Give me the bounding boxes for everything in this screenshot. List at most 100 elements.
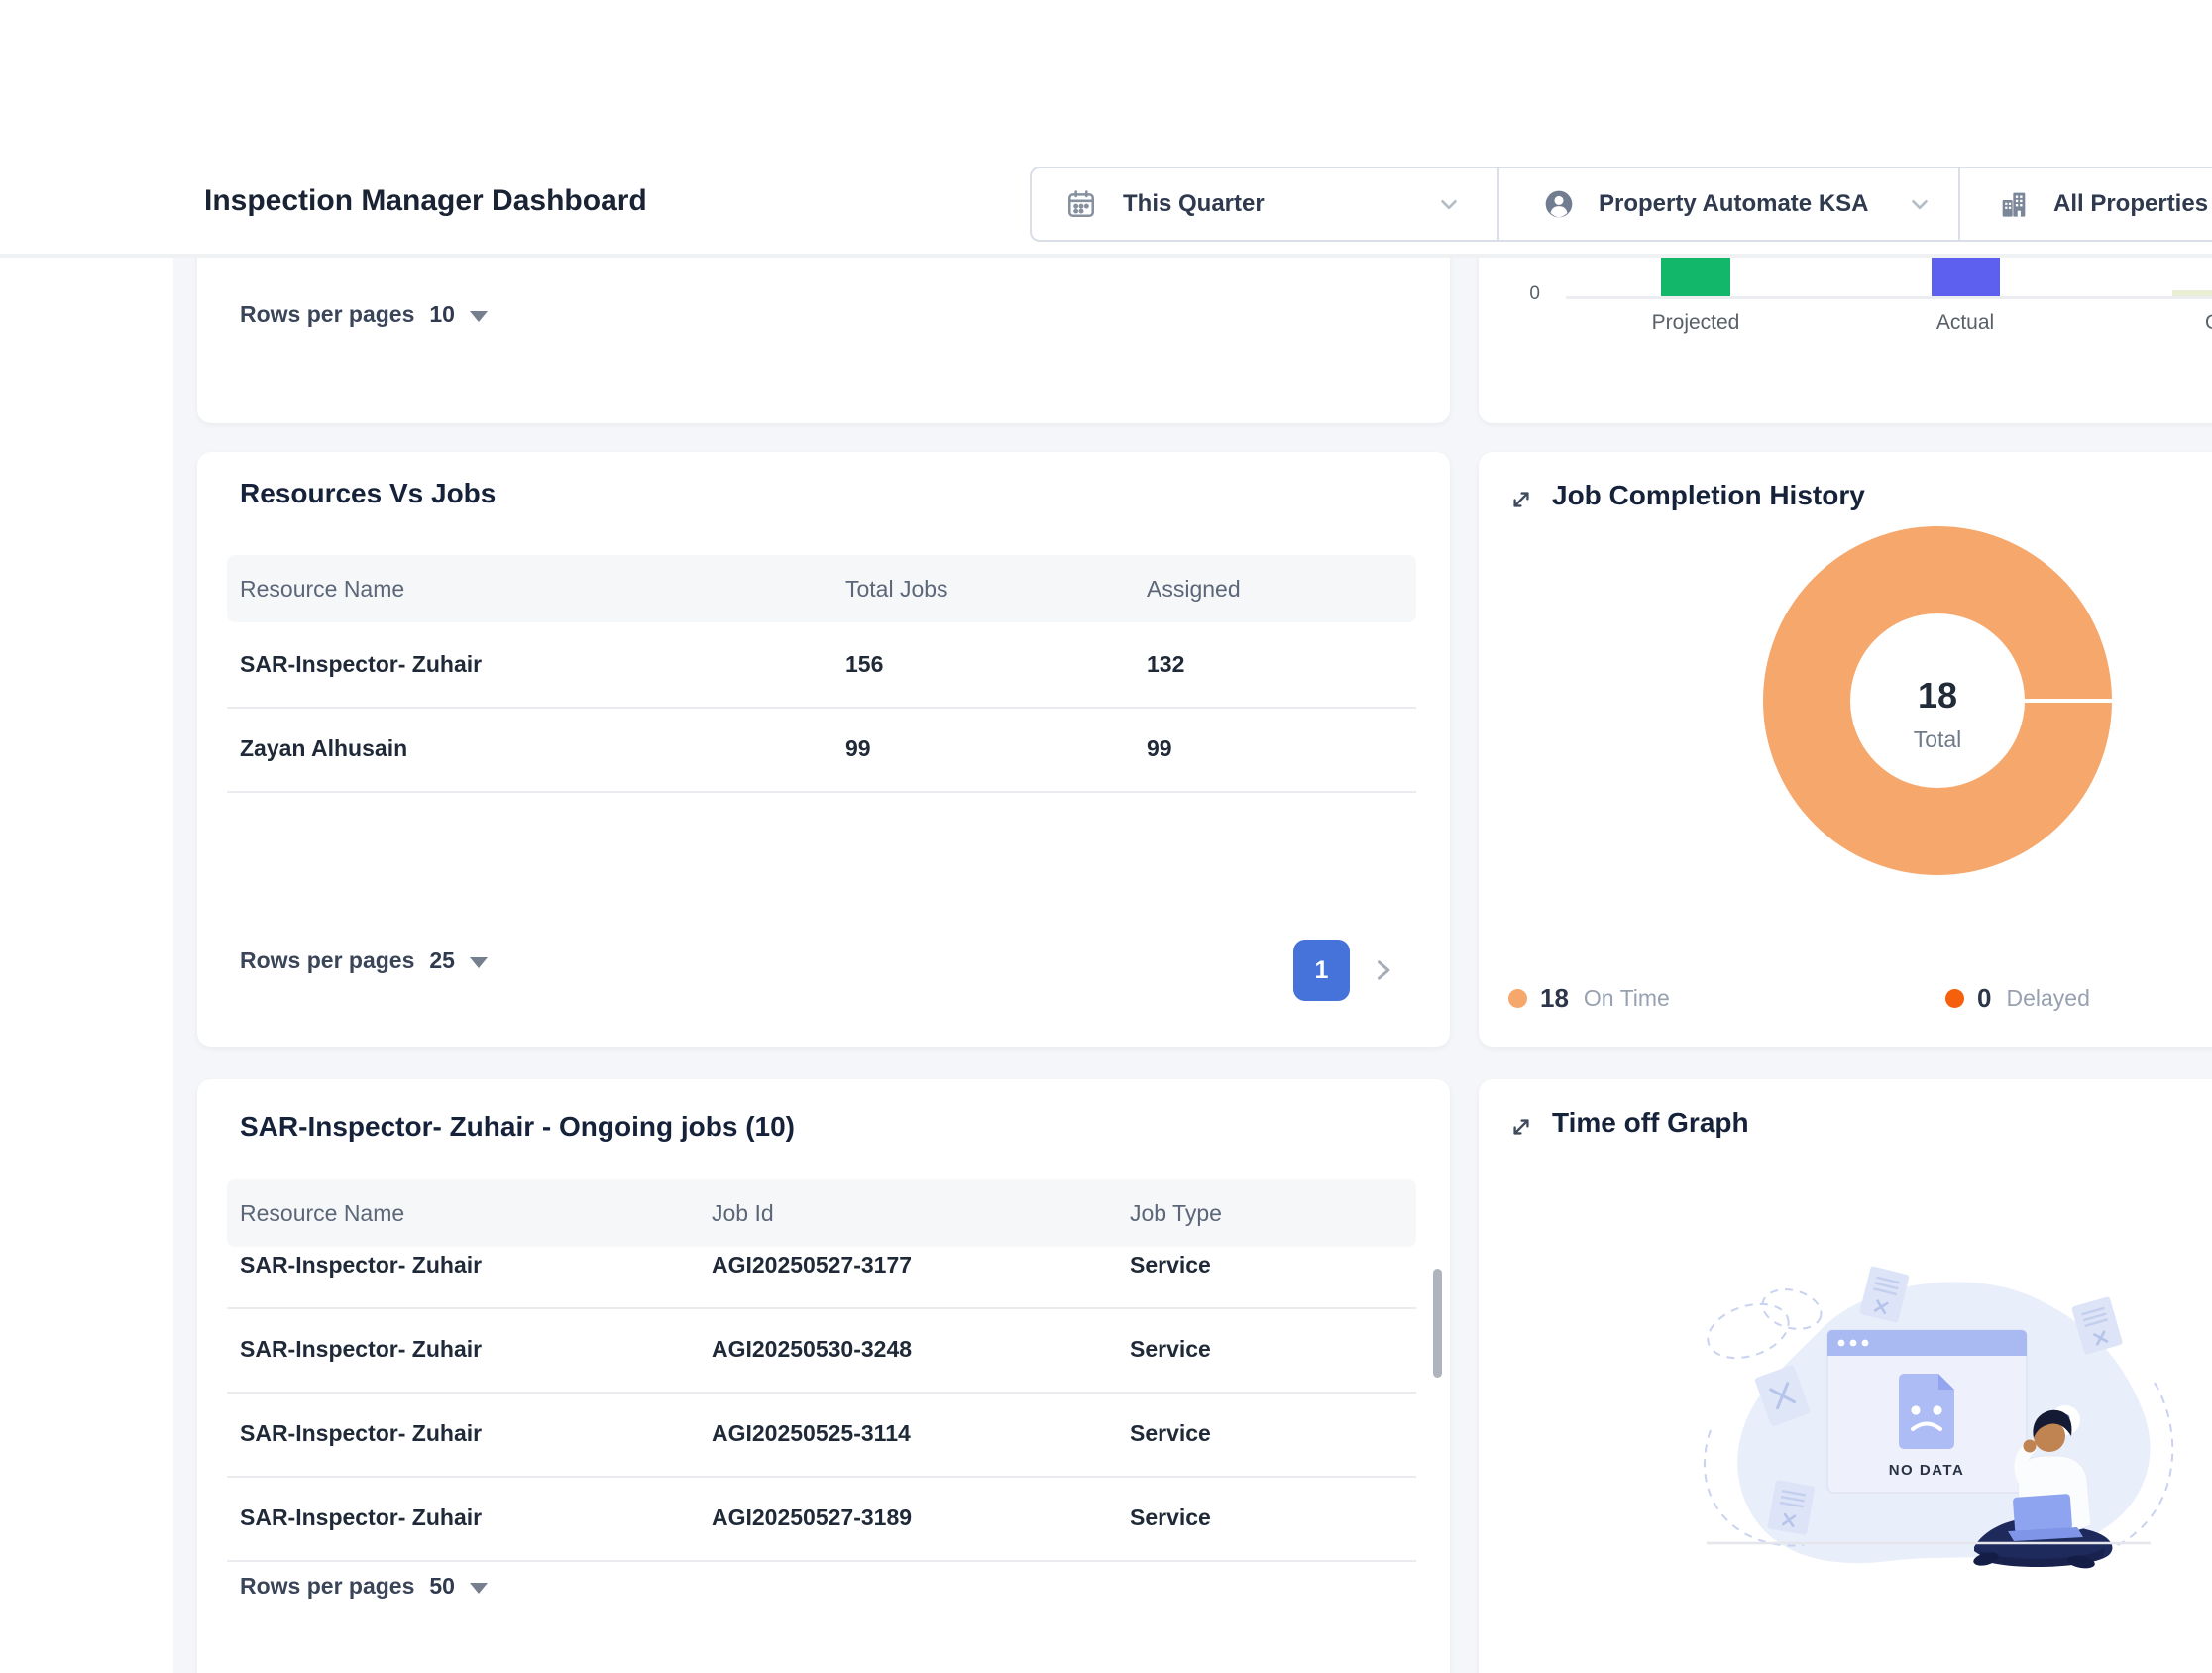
filter-properties[interactable]: All Properties: [1960, 168, 2212, 240]
rows-per-page-value: 25: [429, 948, 455, 974]
table-row: SAR-Inspector- Zuhair AGI20250525-3114 S…: [227, 1392, 1416, 1478]
table-body-scroll-area[interactable]: SAR-Inspector- Zuhair AGI20250527-3177 S…: [227, 1247, 1416, 1574]
expand-icon[interactable]: [1507, 1113, 1535, 1141]
rows-per-page-label: Rows per pages: [240, 1573, 414, 1600]
cell-resource-name: SAR-Inspector- Zuhair: [240, 1247, 482, 1307]
resources-vs-jobs-card: Resources Vs Jobs Resource Name Total Jo…: [197, 452, 1450, 1047]
inspection-manager-dashboard: { "page": { "title": "Inspection Manager…: [0, 0, 2212, 1673]
legend-dot-on-time: [1508, 989, 1527, 1008]
cell-resource-name: SAR-Inspector- Zuhair: [240, 1392, 482, 1476]
cell-resource-name: SAR-Inspector- Zuhair: [240, 1476, 482, 1560]
main-content: Rows per pages 10 0 Projected Actual O R…: [0, 258, 2212, 1673]
bar-edge-sliver: [2172, 290, 2212, 296]
table-row: SAR-Inspector- Zuhair AGI20250527-3177 S…: [227, 1247, 1416, 1309]
bar-projected: [1661, 258, 1730, 296]
x-axis-label-clipped: O: [2205, 311, 2212, 335]
y-axis-tick: 0: [1500, 283, 1540, 305]
rows-per-page-value: 10: [429, 301, 455, 328]
x-axis-label-actual: Actual: [1866, 311, 2064, 335]
jobs-bar-chart-card-partial: 0 Projected Actual O: [1479, 258, 2212, 423]
browser-window: NO DATA: [1827, 1330, 2027, 1493]
page-header: Inspection Manager Dashboard This Quarte…: [0, 0, 2212, 258]
cell-job-id: AGI20250525-3114: [712, 1392, 911, 1476]
card-title: SAR-Inspector- Zuhair - Ongoing jobs (10…: [240, 1111, 795, 1143]
cell-job-type: Service: [1130, 1476, 1211, 1560]
time-off-graph-card: Time off Graph: [1479, 1079, 2212, 1673]
legend-dot-delayed: [1945, 989, 1964, 1008]
legend-delayed: 0 Delayed: [1945, 983, 2090, 1014]
jobs-table-card-partial: Rows per pages 10: [197, 258, 1450, 423]
x-axis-label-projected: Projected: [1597, 311, 1795, 335]
rows-per-page-dropdown[interactable]: Rows per pages 50: [240, 1573, 488, 1600]
bar-chart: [1479, 258, 2212, 343]
cell-job-id: AGI20250527-3177: [712, 1247, 912, 1307]
rows-per-page-value: 50: [429, 1573, 455, 1600]
job-completion-history-card: Job Completion History 18 Total 18 On Ti…: [1479, 452, 2212, 1047]
card-title: Resources Vs Jobs: [240, 478, 496, 509]
vertical-scrollbar-thumb[interactable]: [1433, 1269, 1442, 1378]
cell-resource-name: SAR-Inspector- Zuhair: [240, 622, 482, 707]
table-row: SAR-Inspector- Zuhair AGI20250530-3248 S…: [227, 1307, 1416, 1394]
cell-assigned: 132: [1147, 622, 1184, 707]
dropdown-caret-icon: [470, 957, 488, 968]
filter-date-range-value: This Quarter: [1123, 190, 1265, 218]
dropdown-caret-icon: [470, 311, 488, 322]
cell-total-jobs: 156: [845, 622, 883, 707]
user-icon: [1543, 188, 1575, 220]
cell-job-type: Service: [1130, 1392, 1211, 1476]
cell-job-type: Service: [1130, 1307, 1211, 1392]
no-data-illustration: NO DATA ?: [1677, 1264, 2212, 1571]
sidebar-area: [0, 258, 173, 1673]
card-title: Job Completion History: [1552, 480, 1865, 511]
filter-bar: This Quarter Property Automate KSA: [1030, 167, 2212, 242]
no-data-label: NO DATA: [1889, 1462, 1965, 1479]
filter-account[interactable]: Property Automate KSA: [1499, 168, 1958, 240]
cell-assigned: 99: [1147, 707, 1172, 791]
cell-resource-name: Zayan Alhusain: [240, 707, 407, 791]
table-row: SAR-Inspector- Zuhair AGI20250527-3189 S…: [227, 1476, 1416, 1562]
legend-on-time: 18 On Time: [1508, 983, 1670, 1014]
table-row: Zayan Alhusain 99 99: [227, 707, 1416, 793]
cell-job-id: AGI20250530-3248: [712, 1307, 912, 1392]
pagination-next-icon[interactable]: [1369, 952, 1396, 988]
filter-account-value: Property Automate KSA: [1599, 190, 1868, 218]
column-header-job-id: Job Id: [712, 1179, 774, 1247]
donut-center-label: Total: [1858, 726, 2017, 753]
cell-job-id: AGI20250527-3189: [712, 1476, 912, 1560]
filter-properties-value: All Properties: [2053, 190, 2208, 218]
rows-per-page-label: Rows per pages: [240, 948, 414, 974]
cell-total-jobs: 99: [845, 707, 871, 791]
legend-label: Delayed: [2006, 985, 2089, 1012]
cell-job-type: Service: [1130, 1247, 1211, 1307]
laptop-icon: [2013, 1494, 2072, 1533]
building-icon: [1998, 188, 2030, 220]
x-axis-line: [1566, 296, 2212, 299]
rows-per-page-label: Rows per pages: [240, 301, 414, 328]
column-header-total-jobs: Total Jobs: [845, 555, 948, 622]
card-title: Time off Graph: [1552, 1107, 1749, 1139]
filter-date-range[interactable]: This Quarter: [1032, 168, 1497, 240]
column-header-assigned: Assigned: [1147, 555, 1241, 622]
table-row: SAR-Inspector- Zuhair 156 132: [227, 622, 1416, 709]
dropdown-caret-icon: [470, 1583, 488, 1594]
chevron-down-icon: [1907, 191, 1933, 217]
donut-center-value: 18: [1858, 675, 2017, 717]
cell-resource-name: SAR-Inspector- Zuhair: [240, 1307, 482, 1392]
bar-actual: [1932, 258, 2000, 296]
legend-value: 0: [1977, 983, 1991, 1014]
sad-document-icon: [1899, 1374, 1954, 1449]
page-title: Inspection Manager Dashboard: [204, 184, 647, 218]
rows-per-page-dropdown[interactable]: Rows per pages 25: [240, 948, 488, 974]
chevron-down-icon: [1436, 191, 1462, 217]
column-header-resource-name: Resource Name: [240, 555, 404, 622]
expand-icon[interactable]: [1507, 486, 1535, 513]
column-header-resource-name: Resource Name: [240, 1179, 404, 1247]
legend-label: On Time: [1584, 985, 1670, 1012]
column-header-job-type: Job Type: [1130, 1179, 1222, 1247]
calendar-icon: [1065, 188, 1097, 220]
ongoing-jobs-card: SAR-Inspector- Zuhair - Ongoing jobs (10…: [197, 1079, 1450, 1673]
legend-value: 18: [1540, 983, 1569, 1014]
pagination-page-1-button[interactable]: 1: [1293, 940, 1350, 1001]
table-header-row: [227, 1179, 1416, 1247]
rows-per-page-dropdown[interactable]: Rows per pages 10: [240, 301, 488, 328]
